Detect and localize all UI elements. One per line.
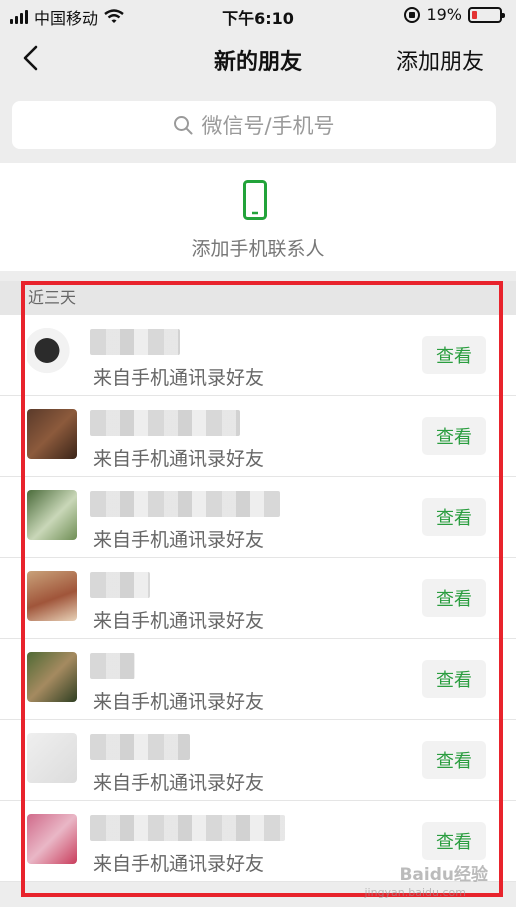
baidu-watermark-url: jingyan.baidu.com xyxy=(364,886,466,899)
status-bar: 中国移动 下午6:10 19% xyxy=(0,0,516,30)
friend-source: 来自手机通讯录好友 xyxy=(93,367,265,389)
view-button[interactable]: 查看 xyxy=(422,822,486,860)
avatar[interactable] xyxy=(27,733,77,783)
blurred-name xyxy=(90,329,180,355)
battery-icon xyxy=(468,6,505,23)
view-button[interactable]: 查看 xyxy=(422,498,486,536)
blurred-name xyxy=(90,410,240,436)
add-phone-contacts-label: 添加手机联系人 xyxy=(191,238,325,260)
friend-source: 来自手机通讯录好友 xyxy=(93,529,265,551)
friend-row[interactable]: 来自手机通讯录好友 查看 xyxy=(0,558,516,639)
section-header: 近三天 xyxy=(0,281,516,315)
view-button[interactable]: 查看 xyxy=(422,417,486,455)
view-button[interactable]: 查看 xyxy=(422,579,486,617)
friend-source: 来自手机通讯录好友 xyxy=(93,853,265,875)
blurred-name xyxy=(90,572,150,598)
mobile-phone-icon xyxy=(243,180,267,220)
avatar[interactable] xyxy=(27,814,77,864)
avatar[interactable] xyxy=(27,652,77,702)
blurred-name xyxy=(90,815,285,841)
rotation-lock-icon xyxy=(404,6,421,23)
search-input[interactable]: 微信号/手机号 xyxy=(12,101,496,149)
friend-row[interactable]: 来自手机通讯录好友 查看 xyxy=(0,315,516,396)
friend-row[interactable]: 来自手机通讯录好友 查看 xyxy=(0,477,516,558)
view-button[interactable]: 查看 xyxy=(422,741,486,779)
friend-source: 来自手机通讯录好友 xyxy=(93,691,265,713)
avatar[interactable] xyxy=(27,409,77,459)
blurred-name xyxy=(90,734,190,760)
battery-percent: 19% xyxy=(426,5,462,24)
view-button[interactable]: 查看 xyxy=(422,660,486,698)
status-right: 19% xyxy=(404,5,505,24)
blurred-name xyxy=(90,491,280,517)
baidu-watermark: Baidu经验 xyxy=(399,865,488,885)
friend-source: 来自手机通讯录好友 xyxy=(93,610,265,632)
search-icon xyxy=(174,116,193,135)
add-friend-button[interactable]: 添加朋友 xyxy=(396,44,484,76)
avatar[interactable] xyxy=(27,328,77,378)
search-placeholder: 微信号/手机号 xyxy=(201,114,335,138)
friend-row[interactable]: 来自手机通讯录好友 查看 xyxy=(0,396,516,477)
friend-list: 来自手机通讯录好友 查看 来自手机通讯录好友 查看 来自手机通讯录好友 查看 来自手机通讯录… xyxy=(0,315,516,882)
avatar[interactable] xyxy=(27,571,77,621)
friend-row[interactable]: 来自手机通讯录好友 查看 xyxy=(0,720,516,801)
nav-bar: 新的朋友 添加朋友 xyxy=(0,30,516,86)
friend-row[interactable]: 来自手机通讯录好友 查看 xyxy=(0,639,516,720)
friend-source: 来自手机通讯录好友 xyxy=(93,448,265,470)
friend-source: 来自手机通讯录好友 xyxy=(93,772,265,794)
view-button[interactable]: 查看 xyxy=(422,336,486,374)
avatar[interactable] xyxy=(27,490,77,540)
blurred-name xyxy=(90,653,135,679)
